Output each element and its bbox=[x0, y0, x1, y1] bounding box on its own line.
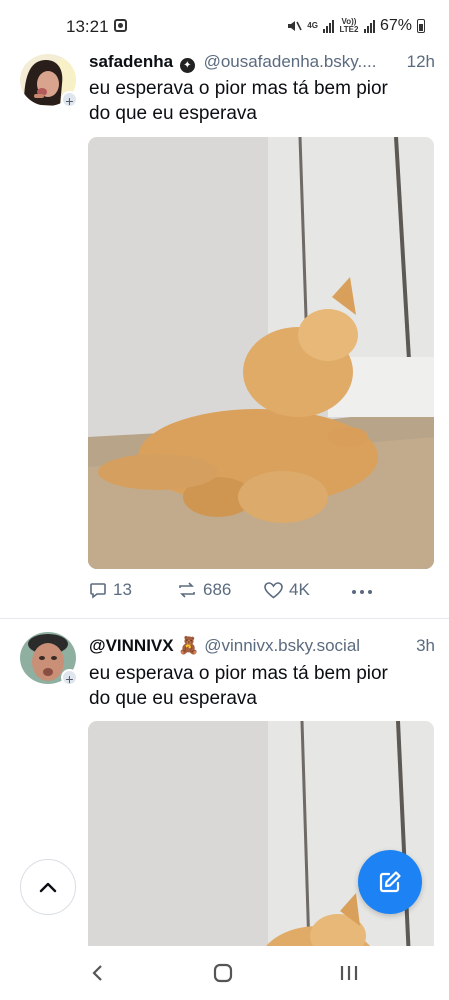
recents-bars-icon bbox=[340, 966, 358, 980]
post-text-line-2: do que eu esperava bbox=[89, 688, 257, 709]
post-text: eu esperava o pior mas tá bem pior do qu… bbox=[89, 661, 429, 711]
post-time[interactable]: 3h bbox=[416, 636, 435, 656]
reply-count: 13 bbox=[113, 580, 132, 599]
post-text-line-2: do que eu esperava bbox=[89, 103, 257, 124]
display-name[interactable]: @VINNIVX bbox=[89, 636, 174, 655]
chat-bubble-icon bbox=[90, 583, 106, 599]
post-text-line-1: eu esperava o pior mas tá bem pior bbox=[89, 663, 388, 684]
chevron-up-icon bbox=[39, 882, 57, 893]
nav-recents-button[interactable] bbox=[336, 962, 362, 984]
post-1[interactable]: + safadenha ✦ @ousafadenha.bsky.... 12h … bbox=[0, 0, 449, 618]
display-name[interactable]: safadenha bbox=[89, 52, 173, 71]
heart-icon bbox=[264, 581, 283, 598]
post-text-line-1: eu esperava o pior mas tá bem pior bbox=[89, 78, 388, 99]
verified-badge-icon: ✦ bbox=[179, 58, 195, 73]
compose-button[interactable] bbox=[358, 850, 422, 914]
compose-pencil-icon bbox=[379, 871, 401, 893]
handle[interactable]: @ousafadenha.bsky.... bbox=[204, 52, 377, 71]
nav-back-button[interactable] bbox=[84, 962, 110, 984]
repost-button[interactable]: 686 bbox=[177, 580, 231, 600]
repost-count: 686 bbox=[203, 580, 232, 599]
post-header: @VINNIVX 🧸 @vinnivx.bsky.social 3h bbox=[89, 636, 435, 660]
follow-plus-icon[interactable]: + bbox=[61, 91, 78, 109]
post-header: safadenha ✦ @ousafadenha.bsky.... 12h bbox=[89, 52, 435, 76]
post-time[interactable]: 12h bbox=[407, 52, 435, 72]
ellipsis-icon bbox=[352, 590, 372, 594]
post-actions: 13 686 4K bbox=[89, 580, 389, 604]
post-media-gif[interactable] bbox=[88, 137, 434, 569]
like-button[interactable]: 4K bbox=[264, 580, 310, 600]
back-chevron-icon bbox=[92, 965, 102, 981]
teddy-bear-emoji: 🧸 bbox=[178, 636, 200, 655]
home-square-icon bbox=[213, 963, 233, 983]
scroll-to-top-button[interactable] bbox=[20, 859, 76, 915]
handle[interactable]: @vinnivx.bsky.social bbox=[204, 636, 360, 655]
nav-home-button[interactable] bbox=[210, 962, 236, 984]
like-count: 4K bbox=[289, 580, 310, 599]
post-text: eu esperava o pior mas tá bem pior do qu… bbox=[89, 76, 429, 126]
follow-plus-icon[interactable]: + bbox=[61, 669, 78, 687]
avatar[interactable]: + bbox=[20, 54, 78, 109]
system-nav-bar bbox=[0, 946, 449, 1000]
repost-arrows-icon bbox=[179, 582, 195, 598]
more-options-button[interactable] bbox=[351, 589, 373, 595]
avatar[interactable]: + bbox=[20, 632, 78, 687]
reply-button[interactable]: 13 bbox=[89, 580, 132, 600]
